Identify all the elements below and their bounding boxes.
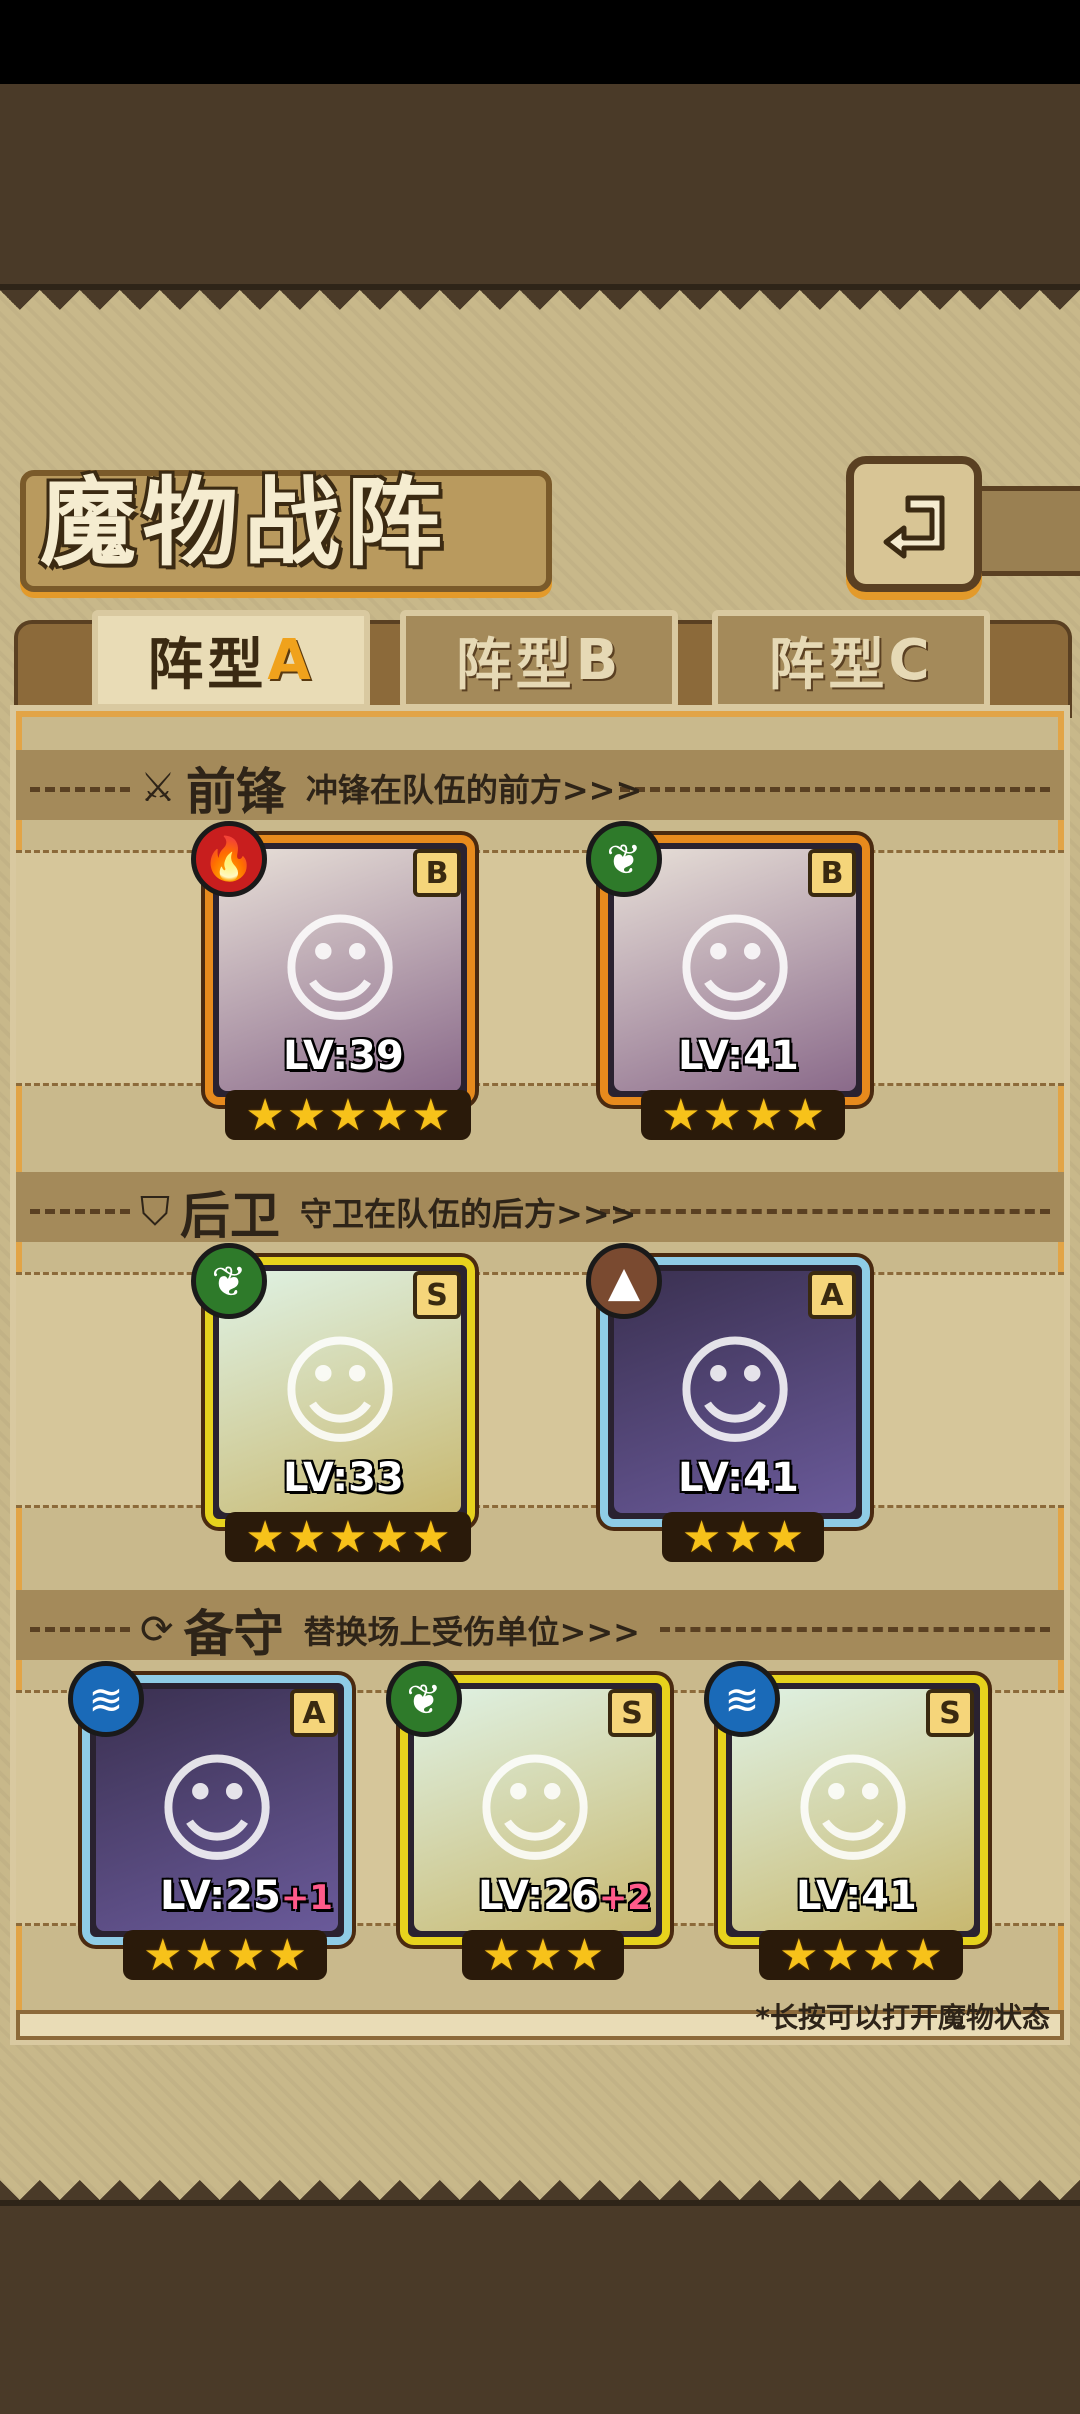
status-bar [0,0,1080,84]
level-label: LV:41 [678,1033,799,1079]
star-rating: ★ ★ ★ ★ [641,1089,845,1141]
rank-badge: A [808,1271,856,1319]
section-name: 前锋 [185,763,286,821]
grass-element-icon: ❦ [191,1243,267,1319]
star-icon: ★ [723,1511,763,1563]
star-icon: ★ [903,1929,943,1981]
section-description: 替换场上受伤单位>>> [303,1613,640,1651]
tab-label: 阵型 [768,632,889,698]
star-icon: ★ [523,1929,563,1981]
rank-badge: S [413,1271,461,1319]
star-icon: ★ [661,1089,701,1141]
tab-formation-b[interactable]: 阵型 B [400,610,678,710]
divider-line [30,1627,130,1632]
bottom-map-band [0,2200,1080,2414]
star-rating: ★ ★ ★ ★ [123,1929,327,1981]
earth-element-icon: ▲ [586,1243,662,1319]
section-name: 备守 [183,1605,284,1663]
star-icon: ★ [369,1089,410,1141]
tab-letter: A [267,627,315,693]
level-label: LV:41 [678,1455,799,1501]
page-title: 魔物战阵 [40,467,448,579]
section-header-back: ⛉ 后卫 守卫在队伍的后方>>> [140,1176,636,1248]
star-rating: ★ ★ ★ ★ ★ [225,1511,471,1563]
row-strip [16,1272,1064,1508]
star-icon: ★ [764,1511,805,1563]
back-button[interactable] [846,456,982,592]
water-element-icon: ≋ [704,1661,780,1737]
star-icon: ★ [702,1089,742,1141]
level-label: LV:25+1 [160,1873,333,1919]
grass-element-icon: ❦ [586,821,662,897]
rank-badge: S [926,1689,974,1737]
star-icon: ★ [779,1929,819,1981]
tab-label: 阵型 [147,632,268,698]
section-header-reserve: ⟳ 备守 替换场上受伤单位>>> [140,1594,640,1666]
shield-icon: ⛉ [140,1189,170,1235]
star-icon: ★ [785,1089,825,1141]
level-bonus: +1 [280,1878,333,1918]
level-label: LV:33 [283,1455,404,1501]
divider-line [660,1627,1050,1632]
level-bonus: +2 [598,1878,651,1918]
divider-line [30,1209,130,1214]
sword-icon: ⚔ [140,765,176,811]
rank-badge: S [608,1689,656,1737]
star-icon: ★ [411,1089,451,1141]
star-rating: ★ ★ ★ [462,1929,624,1981]
row-strip [16,850,1064,1086]
star-icon: ★ [481,1929,522,1981]
star-icon: ★ [744,1089,784,1141]
rank-badge: A [290,1689,338,1737]
star-icon: ★ [369,1511,410,1563]
star-icon: ★ [286,1089,327,1141]
star-icon: ★ [226,1929,266,1981]
star-icon: ★ [328,1511,368,1563]
section-description: 冲锋在队伍的前方>>> [305,771,643,809]
star-icon: ★ [245,1511,285,1563]
long-press-hint: *长按可以打开魔物状态 [755,2001,1050,2034]
star-icon: ★ [862,1929,902,1981]
rank-badge: B [413,849,461,897]
divider-line [30,787,130,792]
star-rating: ★ ★ ★ ★ [759,1929,963,1981]
star-icon: ★ [286,1511,327,1563]
water-element-icon: ≋ [68,1661,144,1737]
tab-formation-c[interactable]: 阵型 C [712,610,990,710]
section-header-front: ⚔ 前锋 冲锋在队伍的前方>>> [140,752,642,824]
star-icon: ★ [564,1929,605,1981]
divider-line [600,1209,1050,1214]
torn-edge-top [0,290,1080,330]
star-icon: ★ [328,1089,368,1141]
tab-letter: C [888,627,934,693]
level-label: LV:41 [796,1873,917,1919]
level-label: LV:26+2 [478,1873,651,1919]
tab-formation-a[interactable]: 阵型 A [92,610,370,710]
star-icon: ★ [245,1089,285,1141]
star-rating: ★ ★ ★ [662,1511,824,1563]
swap-icon: ⟳ [140,1607,174,1653]
star-icon: ★ [820,1929,860,1981]
torn-edge-bottom [0,2160,1080,2200]
tab-label: 阵型 [455,632,576,698]
rank-badge: B [808,849,856,897]
return-arrow-icon [883,495,945,559]
section-description: 守卫在队伍的后方>>> [300,1195,637,1233]
star-icon: ★ [267,1929,307,1981]
level-label: LV:39 [283,1033,404,1079]
tab-letter: B [575,627,623,693]
star-icon: ★ [184,1929,224,1981]
star-icon: ★ [681,1511,722,1563]
star-icon: ★ [143,1929,183,1981]
star-rating: ★ ★ ★ ★ ★ [225,1089,471,1141]
star-icon: ★ [411,1511,451,1563]
divider-line [620,787,1050,792]
section-name: 后卫 [180,1187,280,1245]
fire-element-icon: 🔥 [191,821,267,897]
top-map-band [0,84,1080,290]
grass-element-icon: ❦ [386,1661,462,1737]
